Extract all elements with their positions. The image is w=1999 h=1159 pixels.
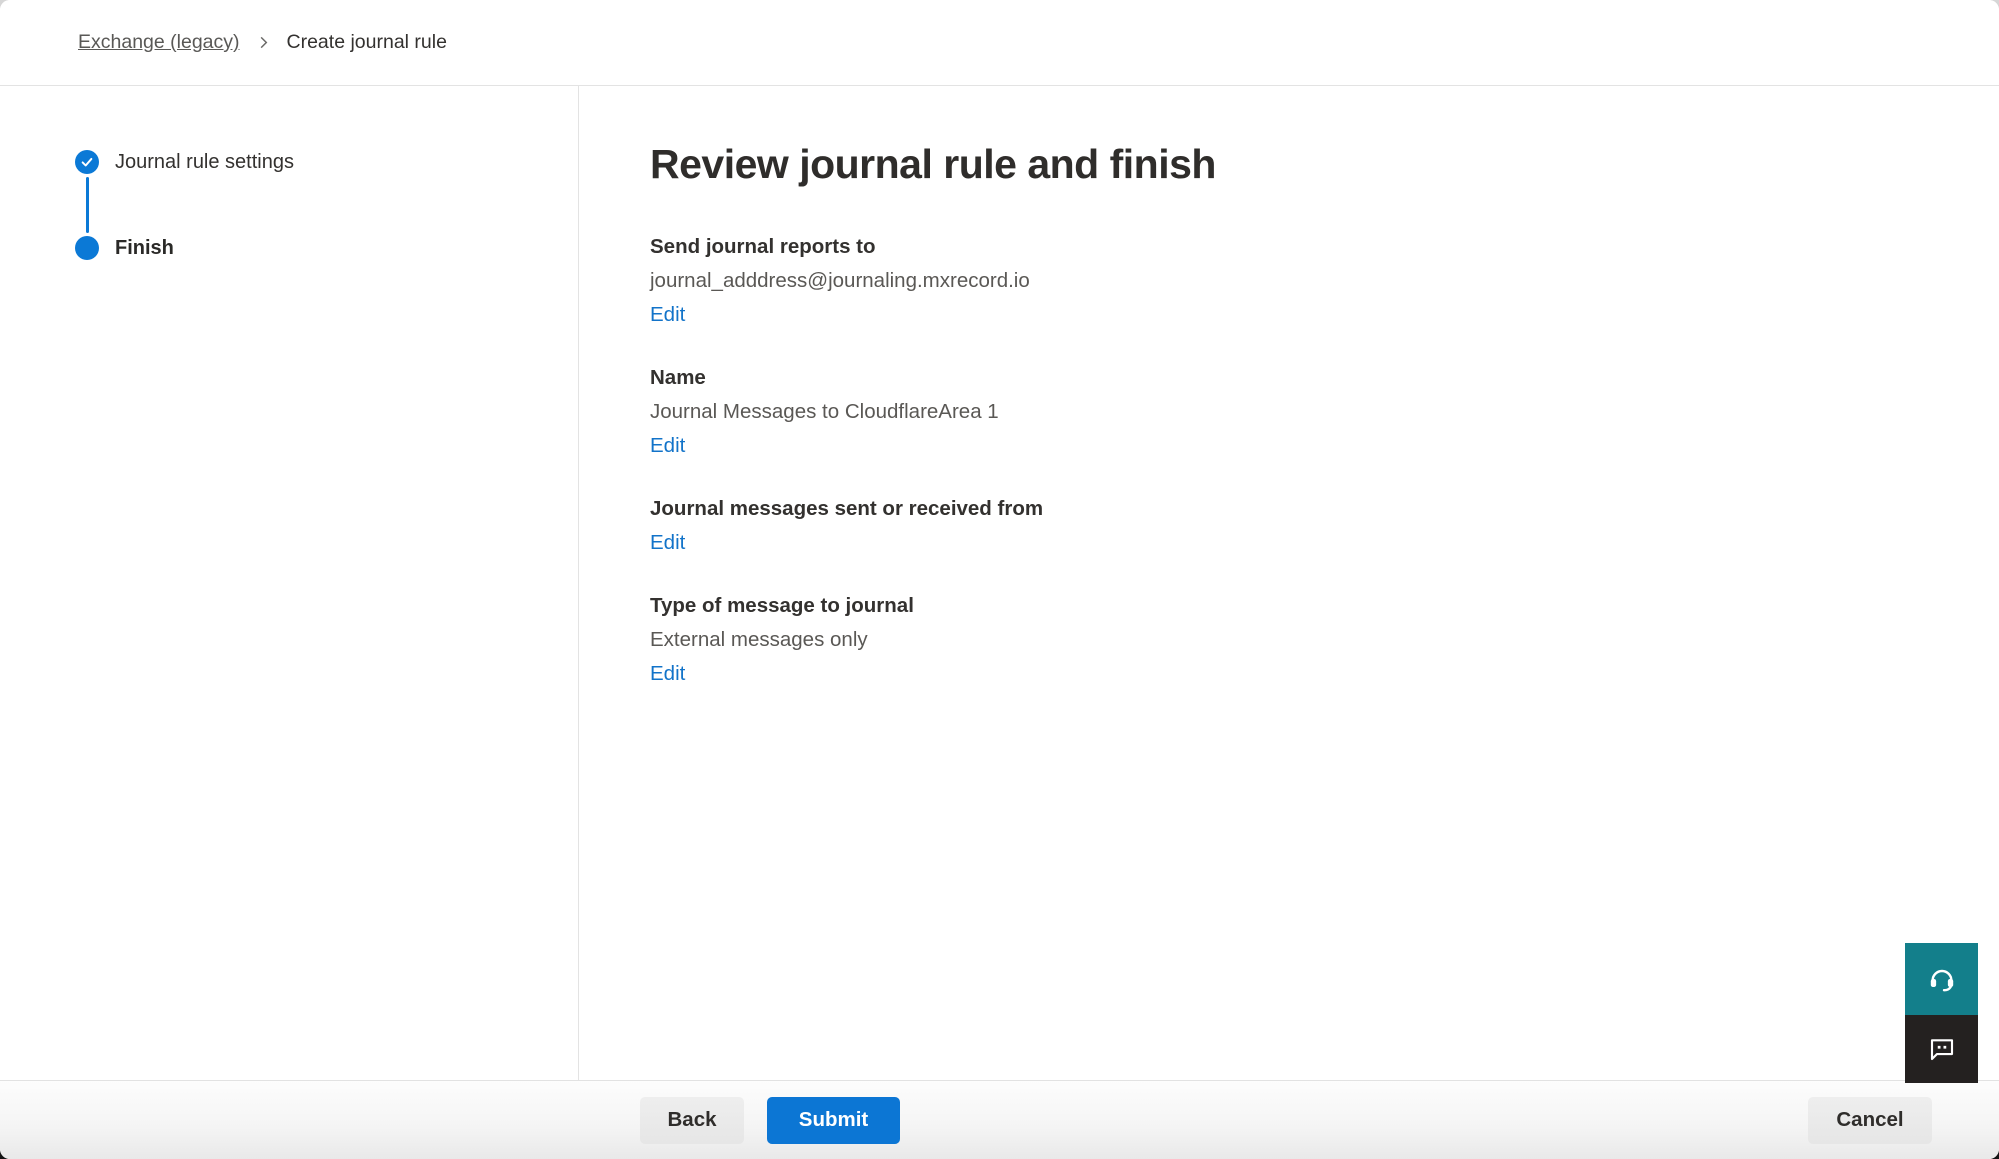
breadcrumb-current: Create journal rule xyxy=(287,31,447,54)
chevron-right-icon xyxy=(256,35,271,50)
edit-name-link[interactable]: Edit xyxy=(650,429,685,463)
section-label: Type of message to journal xyxy=(650,589,1999,623)
edit-journal-messages-scope-link[interactable]: Edit xyxy=(650,526,685,560)
back-button[interactable]: Back xyxy=(640,1097,744,1144)
footer-action-bar: Back Submit Cancel xyxy=(0,1080,1999,1159)
section-label: Send journal reports to xyxy=(650,230,1999,264)
step-current-dot-icon xyxy=(75,236,99,260)
feedback-icon xyxy=(1927,1034,1957,1064)
headset-icon xyxy=(1926,963,1958,995)
section-value: External messages only xyxy=(650,623,1999,657)
edit-type-of-message-link[interactable]: Edit xyxy=(650,657,685,691)
section-type-of-message: Type of message to journal External mess… xyxy=(650,589,1999,691)
step-label: Journal rule settings xyxy=(115,151,294,174)
app-window: Exchange (legacy) Create journal rule Jo… xyxy=(0,0,1999,1159)
review-content: Review journal rule and finish Send jour… xyxy=(579,86,1999,1080)
floating-button-stack xyxy=(1905,943,1978,1083)
section-name: Name Journal Messages to CloudflareArea … xyxy=(650,361,1999,463)
cancel-button[interactable]: Cancel xyxy=(1808,1097,1932,1144)
breadcrumb: Exchange (legacy) Create journal rule xyxy=(78,31,447,54)
step-label: Finish xyxy=(115,237,174,260)
top-bar: Exchange (legacy) Create journal rule xyxy=(0,0,1999,86)
section-value: journal_adddress@journaling.mxrecord.io xyxy=(650,264,1999,298)
feedback-button[interactable] xyxy=(1905,1015,1978,1083)
main-row: Journal rule settings Finish Review jour… xyxy=(0,86,1999,1080)
step-connector-line xyxy=(86,177,89,233)
support-button[interactable] xyxy=(1905,943,1978,1015)
page-title: Review journal rule and finish xyxy=(650,138,1999,190)
wizard-step-journal-rule-settings[interactable]: Journal rule settings xyxy=(75,150,578,174)
section-label: Name xyxy=(650,361,1999,395)
step-completed-check-icon xyxy=(75,150,99,174)
edit-send-journal-reports-link[interactable]: Edit xyxy=(650,298,685,332)
section-journal-messages-scope: Journal messages sent or received from E… xyxy=(650,492,1999,560)
section-send-journal-reports-to: Send journal reports to journal_adddress… xyxy=(650,230,1999,332)
section-label: Journal messages sent or received from xyxy=(650,492,1999,526)
wizard-step-finish[interactable]: Finish xyxy=(75,236,578,260)
section-value: Journal Messages to CloudflareArea 1 xyxy=(650,395,1999,429)
submit-button[interactable]: Submit xyxy=(767,1097,900,1144)
breadcrumb-exchange-legacy[interactable]: Exchange (legacy) xyxy=(78,31,240,54)
wizard-steps-panel: Journal rule settings Finish xyxy=(0,86,579,1080)
